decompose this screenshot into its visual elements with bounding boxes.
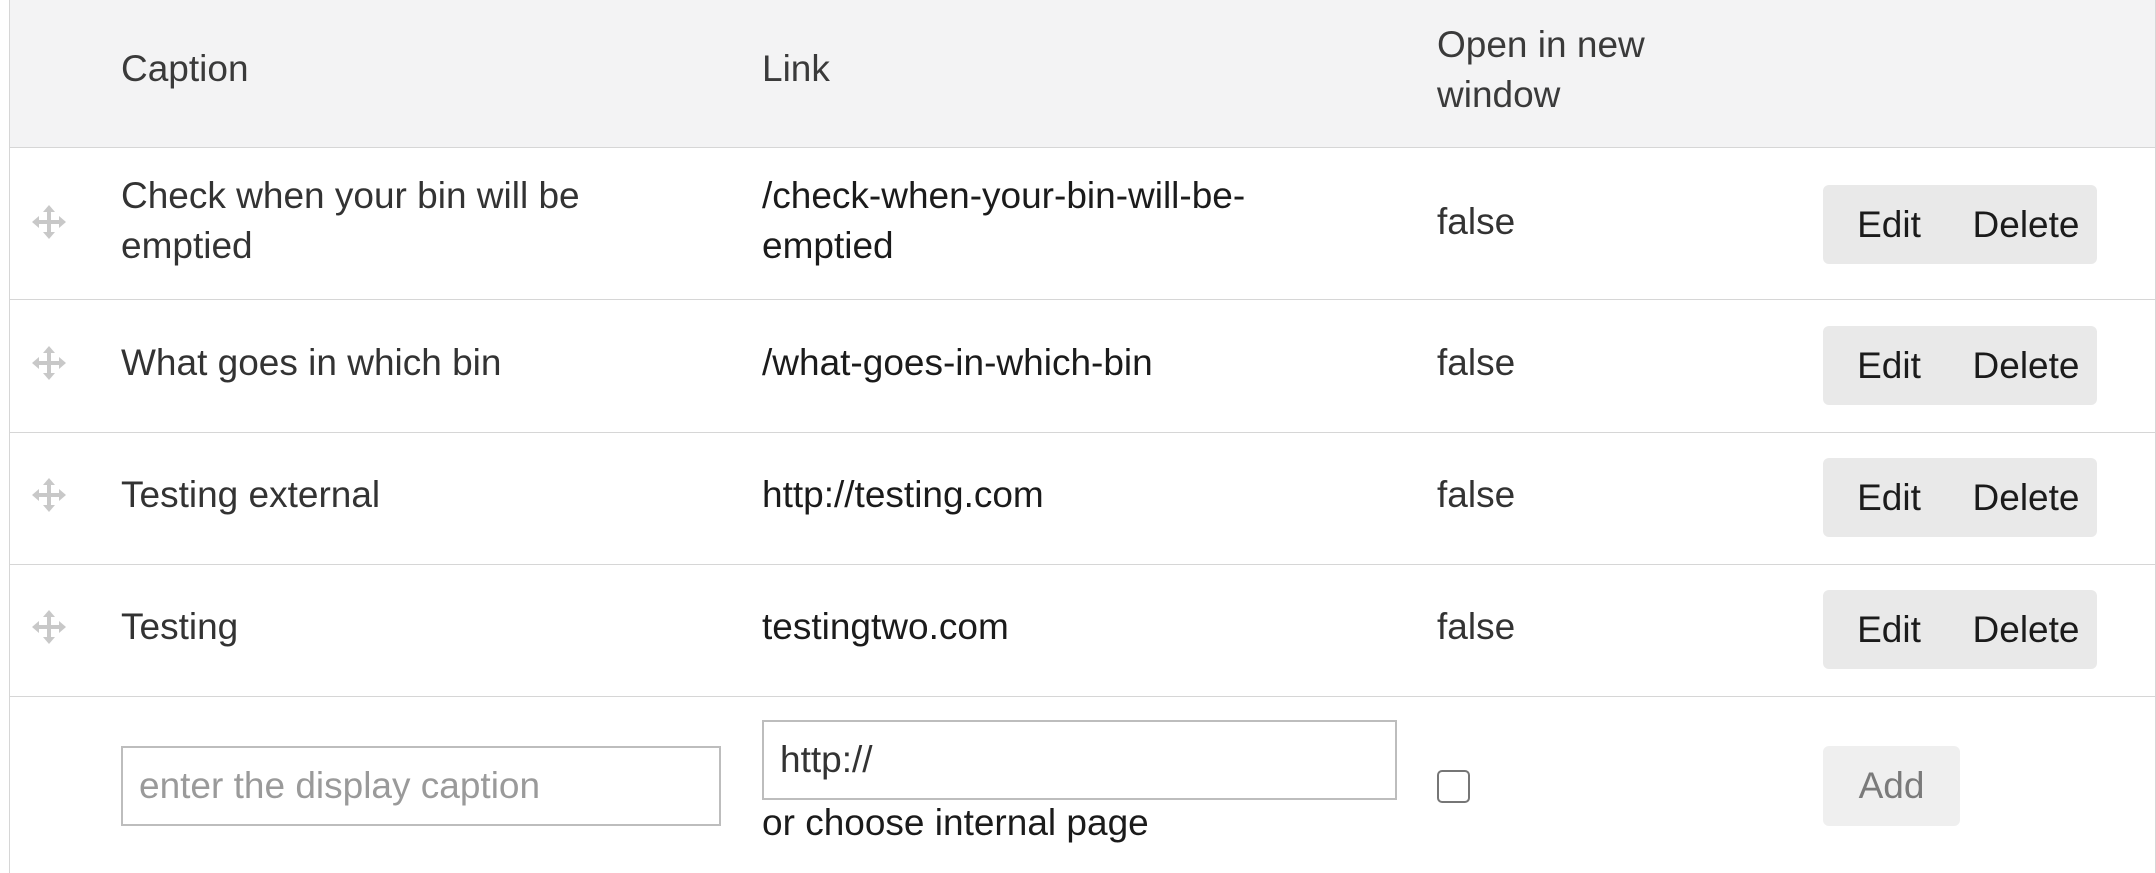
row-caption: Testing — [121, 606, 239, 647]
row-link-line2: emptied — [762, 225, 894, 266]
row-link: /what-goes-in-which-bin — [762, 342, 1153, 383]
table-row: What goes in which bin /what-goes-in-whi… — [10, 300, 2155, 433]
row-open-value: false — [1437, 342, 1516, 383]
drag-handle-icon[interactable] — [32, 610, 66, 644]
add-button[interactable]: Add — [1823, 746, 1960, 826]
caption-input[interactable] — [121, 746, 721, 826]
row-actions: Edit Delete — [1823, 458, 2097, 537]
drag-handle-icon[interactable] — [32, 346, 66, 380]
header-open-in-new-window: Open in new window — [1437, 20, 1737, 120]
row-link: testingtwo.com — [762, 606, 1009, 647]
row-link-line1: /check-when-your-bin-will-be- — [762, 175, 1246, 216]
header-caption: Caption — [121, 48, 249, 89]
row-open-value: false — [1437, 201, 1516, 242]
edit-button[interactable]: Edit — [1823, 185, 1955, 264]
row-caption-line1: Check when your bin will be — [121, 175, 580, 216]
row-actions: Edit Delete — [1823, 590, 2097, 669]
delete-button[interactable]: Delete — [1955, 326, 2097, 405]
row-open-value: false — [1437, 474, 1516, 515]
row-caption: Testing external — [121, 474, 381, 515]
row-caption: Check when your bin will be emptied — [121, 171, 721, 271]
delete-button[interactable]: Delete — [1955, 590, 2097, 669]
row-actions: Edit Delete — [1823, 185, 2097, 264]
edit-button[interactable]: Edit — [1823, 458, 1955, 537]
table-row: Testing testingtwo.com false Edit Delete — [10, 565, 2155, 697]
table-header: Caption Link Open in new window — [10, 0, 2155, 148]
header-open-line1: Open in new — [1437, 24, 1645, 65]
table-row: Check when your bin will be emptied /che… — [10, 148, 2155, 300]
drag-handle-icon[interactable] — [32, 205, 66, 239]
row-caption-line2: emptied — [121, 225, 253, 266]
drag-handle-icon[interactable] — [32, 478, 66, 512]
choose-internal-page: or choose internal page — [762, 798, 1149, 848]
or-text: or — [762, 802, 795, 843]
row-open-value: false — [1437, 606, 1516, 647]
header-link: Link — [762, 48, 830, 89]
links-table: Caption Link Open in new window Check wh… — [9, 0, 2156, 873]
header-open-line2: window — [1437, 74, 1561, 115]
row-link: http://testing.com — [762, 474, 1044, 515]
link-input[interactable] — [762, 720, 1397, 800]
edit-button[interactable]: Edit — [1823, 326, 1955, 405]
choose-internal-page-link[interactable]: choose internal page — [805, 802, 1149, 843]
edit-button[interactable]: Edit — [1823, 590, 1955, 669]
open-in-new-window-checkbox[interactable] — [1437, 770, 1470, 803]
delete-button[interactable]: Delete — [1955, 185, 2097, 264]
table-row: Testing external http://testing.com fals… — [10, 433, 2155, 565]
row-actions: Edit Delete — [1823, 326, 2097, 405]
row-link: /check-when-your-bin-will-be- emptied — [762, 171, 1412, 271]
row-caption: What goes in which bin — [121, 342, 502, 383]
delete-button[interactable]: Delete — [1955, 458, 2097, 537]
